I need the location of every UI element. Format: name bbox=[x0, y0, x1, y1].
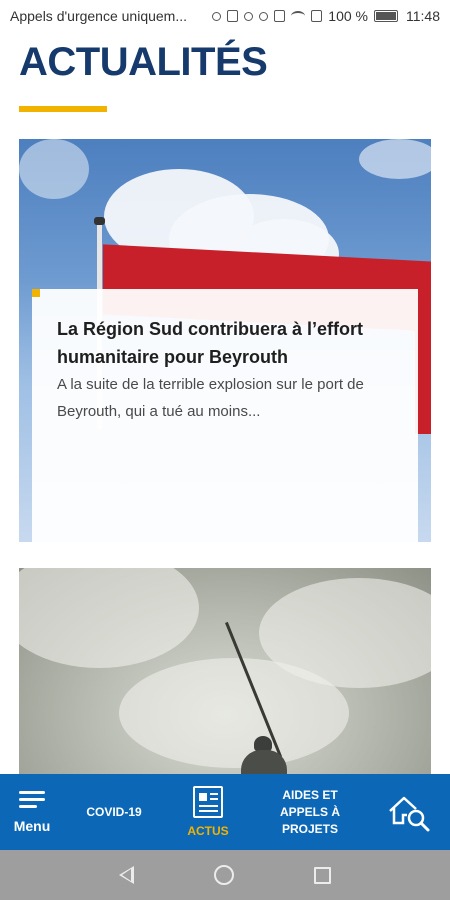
article-title[interactable]: La Région Sud contribuera à l’effort hum… bbox=[57, 315, 397, 371]
aides-tab[interactable]: AIDES ET APPELS À PROJETS bbox=[252, 774, 368, 850]
article-excerpt: A la suite de la terrible explosion sur … bbox=[57, 376, 364, 420]
panel-accent bbox=[32, 289, 40, 297]
bluetooth-icon bbox=[259, 11, 269, 21]
aides-label: AIDES ET APPELS À PROJETS bbox=[279, 787, 340, 836]
home-icon[interactable] bbox=[214, 865, 234, 885]
article-card[interactable]: La Région Sud contribuera à l’effort hum… bbox=[19, 139, 431, 542]
article-card[interactable] bbox=[19, 568, 431, 778]
cloud-shape bbox=[19, 139, 89, 199]
carrier-text: Appels d'urgence uniquem... bbox=[10, 8, 188, 24]
covid-label: COVID-19 bbox=[86, 805, 142, 819]
battery-icon bbox=[374, 10, 398, 22]
recent-apps-icon[interactable] bbox=[314, 866, 331, 884]
usb-icon bbox=[212, 11, 222, 21]
mist-shape bbox=[19, 568, 199, 668]
status-bar: Appels d'urgence uniquem... 100 % 11:48 bbox=[0, 0, 450, 32]
vibrate-icon bbox=[274, 10, 286, 22]
back-icon[interactable] bbox=[119, 866, 134, 884]
system-navigation-bar bbox=[0, 850, 450, 900]
actus-tab[interactable]: ACTUS bbox=[164, 774, 252, 850]
sim-icon bbox=[311, 10, 323, 22]
article-text-panel: La Région Sud contribuera à l’effort hum… bbox=[32, 289, 418, 542]
notification-icon bbox=[227, 10, 239, 22]
hamburger-icon bbox=[19, 790, 45, 808]
cast-icon bbox=[244, 11, 254, 21]
newspaper-icon bbox=[193, 786, 223, 818]
battery-percent: 100 % bbox=[328, 8, 368, 24]
covid-tab[interactable]: COVID-19 bbox=[64, 774, 164, 850]
wifi-icon bbox=[291, 11, 306, 21]
bottom-navigation: Menu COVID-19 ACTUS AIDES ET APPELS À PR… bbox=[0, 774, 450, 850]
search-button[interactable] bbox=[368, 774, 450, 850]
clock: 11:48 bbox=[406, 8, 440, 24]
page-title: ACTUALITÉS bbox=[19, 40, 268, 84]
cloud-shape bbox=[359, 139, 431, 179]
mist-shape bbox=[119, 658, 349, 768]
status-icons bbox=[212, 10, 323, 22]
house-search-icon bbox=[389, 796, 430, 832]
title-underline bbox=[19, 106, 107, 112]
app-screen: Appels d'urgence uniquem... 100 % 11:48 … bbox=[0, 0, 450, 900]
actus-label: ACTUS bbox=[187, 824, 229, 838]
menu-button[interactable]: Menu bbox=[0, 774, 64, 850]
menu-label: Menu bbox=[13, 817, 51, 834]
flagpole-top bbox=[94, 217, 105, 225]
